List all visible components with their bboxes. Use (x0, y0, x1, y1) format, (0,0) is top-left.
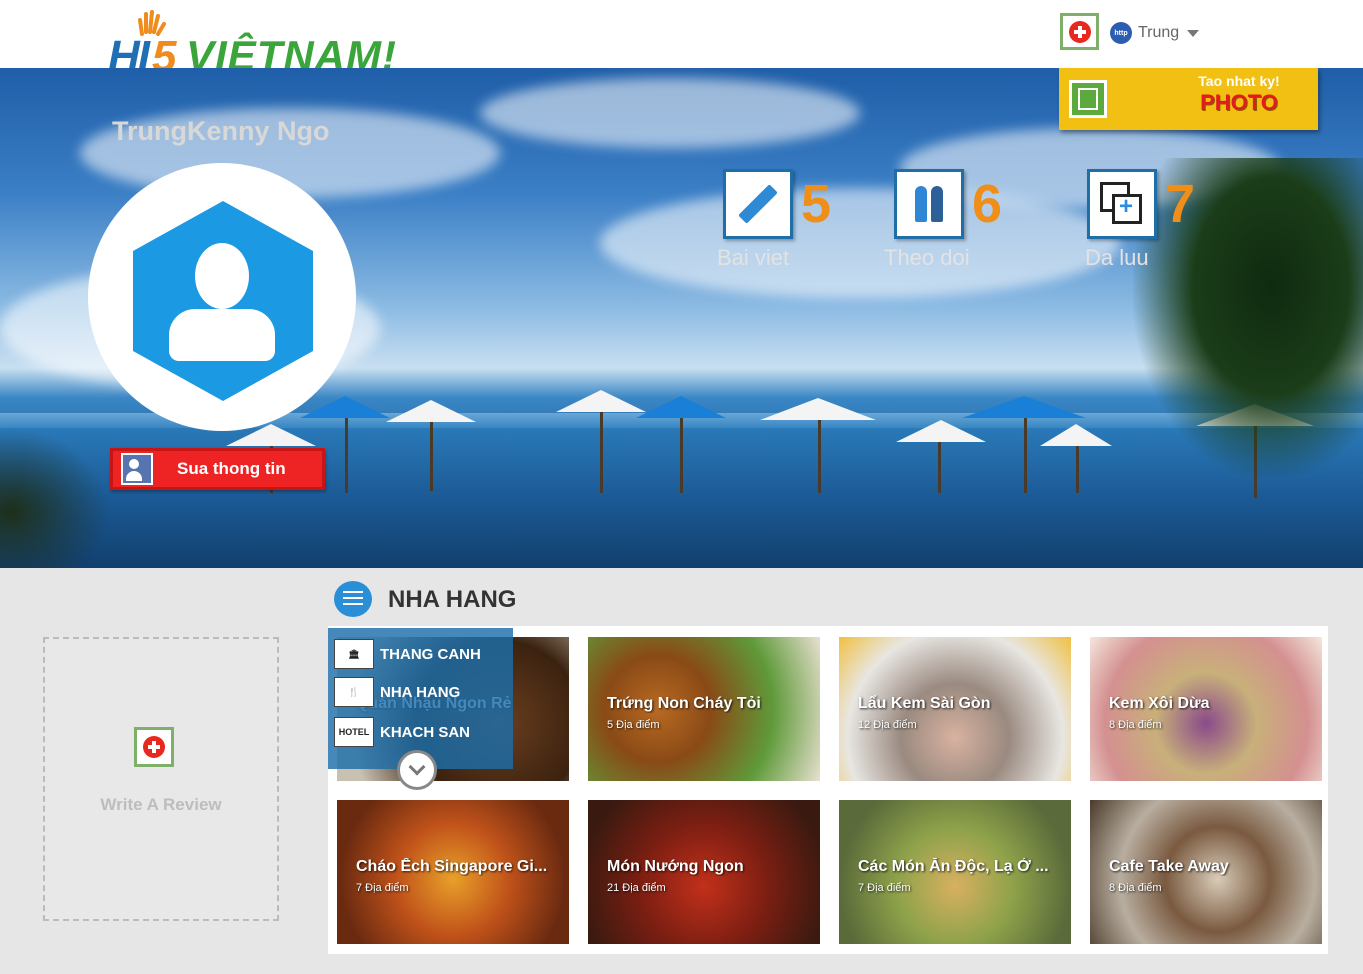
collection-card[interactable]: Cháo Ếch Singapore Gi... 7 Địa điểm (337, 800, 569, 944)
collection-card[interactable]: Kem Xôi Dừa 8 Địa điểm (1090, 637, 1322, 781)
category-toggle-button[interactable] (397, 750, 437, 790)
collection-card[interactable]: Các Món Ăn Độc, Lạ Ở ... 7 Địa điểm (839, 800, 1071, 944)
card-title: Cháo Ếch Singapore Gi... (356, 858, 548, 875)
card-count: 8 Địa điểm (1109, 882, 1162, 894)
create-diary-button[interactable]: Tao nhat ky! PHOTO (1059, 68, 1318, 130)
section-title: NHA HANG (388, 586, 517, 613)
umbrella-decoration (386, 400, 476, 422)
category-menu: 🏛 THANG CANH 🍴 NHA HANG HOTEL KHACH SAN (328, 628, 513, 769)
profile-name: TrungKenny Ngo (112, 116, 330, 146)
category-label: NHA HANG (380, 683, 461, 701)
user-avatar-icon: http (1110, 22, 1132, 44)
plus-icon (1068, 20, 1091, 43)
list-bubble-icon (334, 581, 372, 617)
umbrella-pole (818, 413, 821, 493)
card-count: 8 Địa điểm (1109, 719, 1162, 731)
add-user-icon (121, 453, 153, 485)
category-item-khach-san[interactable]: HOTEL KHACH SAN (334, 714, 470, 750)
chevron-down-icon (408, 758, 426, 776)
stat-saved-count: 7 (1165, 174, 1196, 234)
umbrella-decoration (636, 396, 726, 418)
restaurant-icon: 🍴 (334, 677, 374, 707)
card-title: Lẩu Kem Sài Gòn (858, 695, 991, 712)
card-title: Món Nướng Ngon (607, 858, 744, 875)
umbrella-decoration (556, 390, 646, 412)
category-label: KHACH SAN (380, 723, 470, 741)
avatar-head-icon (195, 243, 249, 309)
category-item-nha-hang[interactable]: 🍴 NHA HANG (334, 674, 460, 710)
card-count: 21 Địa điểm (607, 882, 666, 894)
stat-following-label: Theo doi (884, 245, 970, 270)
landmark-icon: 🏛 (334, 639, 374, 669)
header-add-button[interactable] (1060, 13, 1099, 50)
cloud-decoration (480, 78, 860, 148)
diary-label: Tao nhat ky! (1198, 73, 1280, 89)
card-count: 7 Địa điểm (356, 882, 409, 894)
umbrella-pole (345, 413, 348, 493)
card-title: Các Món Ăn Độc, Lạ Ở ... (858, 858, 1049, 875)
user-name: Trung (1138, 24, 1180, 41)
umbrella-pole (600, 408, 603, 493)
write-review-panel[interactable]: Write A Review (43, 637, 279, 921)
stat-posts-label: Bai viet (717, 245, 790, 270)
caret-down-icon (1187, 29, 1200, 37)
diary-photo-label: PHOTO (1200, 90, 1278, 115)
umbrella-pole (680, 413, 683, 493)
umbrella-pole (1024, 413, 1027, 493)
plus-icon (143, 736, 165, 758)
pencil-icon (723, 169, 793, 239)
saved-icon (1087, 169, 1157, 239)
hotel-icon: HOTEL (334, 717, 374, 747)
umbrella-decoration (962, 396, 1086, 418)
card-count: 5 Địa điểm (607, 719, 660, 731)
stat-following-count: 6 (972, 174, 1003, 234)
edit-profile-button[interactable]: Sua thong tin (110, 448, 325, 490)
palm-tree-decoration (0, 428, 110, 568)
collection-card[interactable]: Món Nướng Ngon 21 Địa điểm (588, 800, 820, 944)
card-count: 12 Địa điểm (858, 719, 917, 731)
collection-card[interactable]: Cafe Take Away 8 Địa điểm (1090, 800, 1322, 944)
umbrella-decoration (300, 396, 390, 418)
collection-card[interactable]: Lẩu Kem Sài Gòn 12 Địa điểm (839, 637, 1071, 781)
card-count: 7 Địa điểm (858, 882, 911, 894)
edit-profile-label: Sua thong tin (177, 459, 286, 478)
add-review-button[interactable] (134, 727, 174, 767)
category-label: THANG CANH (380, 645, 481, 663)
umbrella-pole (430, 416, 433, 491)
umbrella-decoration (760, 398, 876, 420)
user-menu-dropdown[interactable]: http Trung (1110, 20, 1200, 46)
collection-card[interactable]: Trứng Non Cháy Tỏi 5 Địa điểm (588, 637, 820, 781)
card-title: Trứng Non Cháy Tỏi (607, 695, 761, 712)
avatar-body-icon (169, 309, 275, 361)
stat-posts-count: 5 (801, 174, 832, 234)
people-icon (894, 169, 964, 239)
umbrella-pole (1076, 438, 1079, 493)
card-title: Kem Xôi Dừa (1109, 695, 1210, 712)
edit-note-icon (1069, 80, 1107, 118)
card-title: Cafe Take Away (1109, 858, 1229, 875)
write-review-label: Write A Review (100, 795, 222, 814)
top-header: HI 5 VIỆTNAM! http Trung (0, 0, 1363, 81)
umbrella-pole (938, 433, 941, 493)
category-item-thang-canh[interactable]: 🏛 THANG CANH (334, 636, 481, 672)
stat-saved-label: Da luu (1085, 245, 1149, 270)
